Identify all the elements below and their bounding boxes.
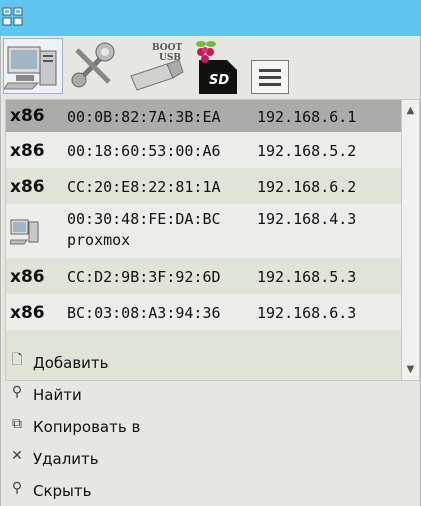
toolbar: BOOT USB SD [1,36,420,98]
device-ip: 192.168.6.2 [257,178,357,196]
device-hostname: proxmox [67,231,131,249]
device-ip: 192.168.4.3 [257,210,357,228]
add-label: Добавить [33,354,109,372]
settings-tool-button[interactable] [67,38,123,94]
title-bar[interactable] [0,0,421,36]
device-row[interactable]: x86 CC:20:E8:22:81:1A 192.168.6.2 [6,168,401,204]
computer-icon [10,219,39,245]
device-row[interactable]: x86 CC:D2:9B:3F:92:6D 192.168.5.3 [6,258,401,294]
add-button[interactable]: 🗋 Добавить [9,348,309,376]
device-ip: 192.168.6.1 [257,108,357,126]
scroll-up-icon[interactable]: ▲ [402,102,419,119]
device-mac: CC:20:E8:22:81:1A [67,178,221,196]
computers-tool-button[interactable] [3,38,63,94]
device-arch: x86 [10,177,45,197]
hide-button[interactable]: ⚲ Скрыть [9,476,309,504]
device-mac: 00:18:60:53:00:A6 [67,142,221,160]
copy-to-label: Копировать в [33,418,141,436]
search-icon: ⚲ [11,384,23,400]
menu-icon [259,69,281,72]
add-file-icon: 🗋 [11,352,23,368]
raspberry-sd-tool-button[interactable]: SD [191,38,247,94]
boot-usb-tool-button[interactable]: BOOT USB [127,38,185,94]
device-row[interactable]: x86 00:18:60:53:00:A6 192.168.5.2 [6,132,401,168]
hide-icon: ⚲ [11,480,23,496]
device-arch: x86 [10,303,45,323]
device-mac: 00:0B:82:7A:3B:EA [67,108,221,126]
device-row[interactable]: x86 BC:03:08:A3:94:36 192.168.6.3 [6,294,401,330]
device-row[interactable]: 00:30:48:FE:DA:BC 192.168.4.3 proxmox [6,204,401,258]
scroll-down-icon[interactable]: ▼ [402,361,419,378]
find-label: Найти [33,386,82,404]
menu-button[interactable] [251,60,289,94]
device-arch: x86 [10,106,45,126]
copy-to-button[interactable]: ⧉ Копировать в [9,412,309,440]
find-button[interactable]: ⚲ Найти [9,380,309,408]
device-ip: 192.168.5.3 [257,268,357,286]
device-mac: CC:D2:9B:3F:92:6D [67,268,221,286]
close-icon: ✕ [11,448,23,464]
device-mac: 00:30:48:FE:DA:BC [67,210,221,228]
list-scrollbar[interactable]: ▲ ▼ [402,99,420,381]
delete-label: Удалить [33,450,99,468]
app-network-icon [2,7,23,26]
device-ip: 192.168.5.2 [257,142,357,160]
raspberry-sd-icon: SD [196,41,237,94]
device-arch: x86 [10,141,45,161]
computer-icon [3,46,57,90]
svg-text:BOOT: BOOT [152,43,182,53]
device-mac: BC:03:08:A3:94:36 [67,304,221,322]
menu-icon-bar [259,83,281,86]
menu-icon-bar [259,76,281,79]
device-arch: x86 [10,267,45,287]
hide-label: Скрыть [33,482,92,500]
copy-icon: ⧉ [12,416,22,432]
boot-usb-icon: BOOT USB [130,43,184,91]
device-row[interactable]: x86 00:0B:82:7A:3B:EA 192.168.6.1 [6,100,401,132]
svg-text:SD: SD [209,73,229,88]
device-list[interactable]: x86 00:0B:82:7A:3B:EA 192.168.6.1 x86 00… [5,99,402,381]
device-ip: 192.168.6.3 [257,304,357,322]
delete-button[interactable]: ✕ Удалить [9,444,309,472]
main-window: BOOT USB SD x86 00:0B:82:7A:3B:EA 192.16… [0,36,421,506]
settings-tools-icon [71,42,115,88]
